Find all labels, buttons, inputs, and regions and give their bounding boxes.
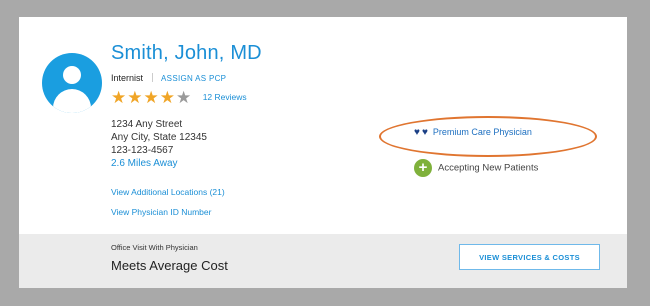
star-icon: ★ — [143, 88, 159, 107]
accepting-badge: + Accepting New Patients — [414, 159, 538, 177]
highlight-oval — [379, 116, 597, 157]
star-icon: ★ — [127, 88, 143, 107]
divider — [151, 73, 153, 82]
avatar-body-icon — [53, 89, 91, 113]
city-state-zip: Any City, State 12345 — [111, 132, 207, 143]
reviews-link[interactable]: 12 Reviews — [203, 92, 247, 102]
additional-locations-link[interactable]: View Additional Locations (21) — [111, 187, 225, 197]
street: 1234 Any Street — [111, 119, 183, 130]
cost-value: Meets Average Cost — [111, 258, 228, 273]
physician-name[interactable]: Smith, John, MD — [111, 42, 262, 65]
visit-label: Office Visit With Physician — [111, 243, 198, 252]
distance: 2.6 Miles Away — [111, 158, 178, 169]
rating-row: ★★★★★ 12 Reviews — [111, 89, 247, 107]
view-services-button[interactable]: VIEW SERVICES & COSTS — [459, 244, 600, 270]
avatar — [42, 53, 102, 113]
physician-card: Smith, John, MD Internist ASSIGN AS PCP … — [19, 17, 627, 288]
specialty-label: Internist — [111, 73, 144, 83]
specialty-row: Internist ASSIGN AS PCP — [111, 72, 226, 85]
assign-pcp-link[interactable]: ASSIGN AS PCP — [161, 74, 226, 83]
star-icon: ★ — [159, 88, 175, 107]
accepting-label: Accepting New Patients — [438, 162, 539, 174]
address-block: 1234 Any Street Any City, State 12345 12… — [111, 118, 207, 170]
star-icon: ★ — [111, 88, 127, 107]
phone: 123-123-4567 — [111, 145, 174, 156]
plus-circle-icon: + — [414, 159, 432, 177]
avatar-head-icon — [63, 66, 81, 84]
cost-footer: Office Visit With Physician Meets Averag… — [19, 234, 627, 288]
physician-id-link[interactable]: View Physician ID Number — [111, 207, 211, 217]
star-empty-icon: ★ — [176, 88, 192, 107]
